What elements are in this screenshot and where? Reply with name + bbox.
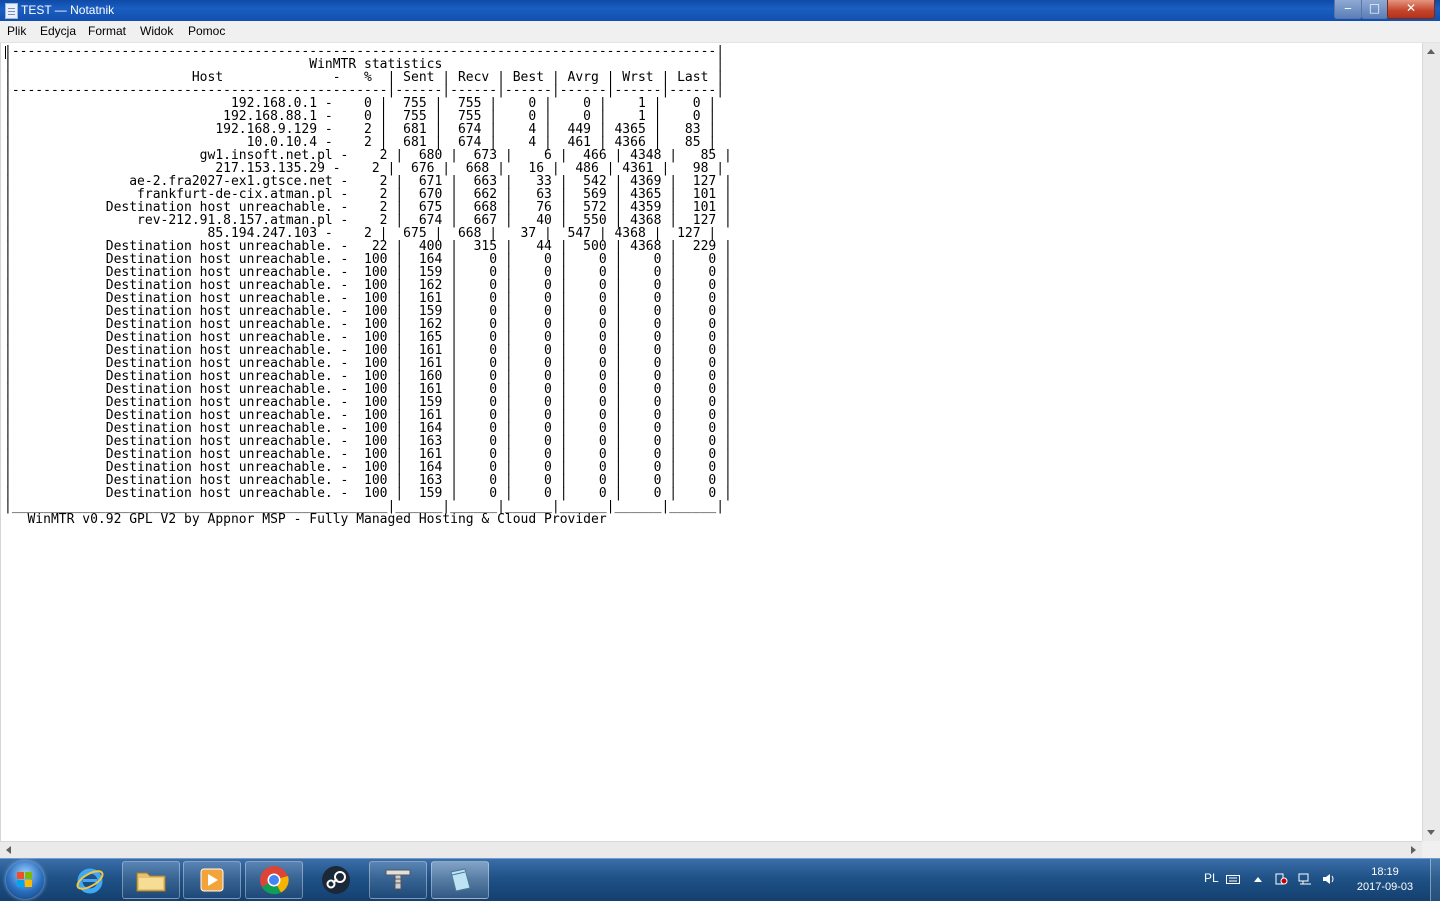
network-icon [385,869,411,890]
scroll-right-icon[interactable] [1411,846,1416,854]
windows-logo-icon [17,872,33,888]
system-clock[interactable]: 18:19 2017-09-03 [1350,865,1420,895]
scroll-up-icon[interactable] [1427,49,1435,54]
notepad-icon [5,3,18,19]
menu-help[interactable]: Pomoc [188,24,225,39]
title-bar[interactable]: TEST — Notatnik ‒ □ ✕ [0,0,1440,21]
show-hidden-icons-icon[interactable] [1251,873,1265,885]
notepad-icon [450,868,471,892]
close-button[interactable]: ✕ [1387,0,1435,19]
steam-icon [322,866,350,894]
folder-icon [136,872,166,892]
chrome-icon [260,866,289,895]
menu-format[interactable]: Format [88,24,126,39]
menu-file[interactable]: Plik [7,24,26,39]
taskbar: PL 18:19 2017-09-03 [0,858,1440,901]
vertical-scrollbar[interactable] [1422,43,1440,841]
scroll-left-icon[interactable] [6,846,11,854]
taskbar-steam[interactable] [307,861,365,899]
taskbar-winmtr[interactable] [369,861,427,899]
tray-language[interactable]: PL [1204,871,1219,913]
minimize-button[interactable]: ‒ [1334,0,1362,19]
start-button[interactable] [6,861,44,899]
media-player-icon [200,868,224,892]
menu-view[interactable]: Widok [140,24,173,39]
clock-date: 2017-09-03 [1356,881,1414,893]
taskbar-explorer[interactable] [122,861,180,899]
maximize-button[interactable]: □ [1361,0,1388,19]
network-status-icon[interactable] [1298,873,1312,885]
menu-edit[interactable]: Edycja [40,24,76,39]
scrollbar-corner [1422,841,1440,858]
scroll-down-icon[interactable] [1427,830,1435,835]
text-caret [5,46,6,59]
show-desktop-button[interactable] [1430,859,1440,901]
clock-time: 18:19 [1371,866,1399,878]
window-title: TEST — Notatnik [21,3,115,17]
taskbar-notepad[interactable] [431,861,489,899]
document-text[interactable]: |---------------------------------------… [4,45,732,526]
text-editor[interactable]: |---------------------------------------… [0,43,1423,841]
taskbar-ie[interactable] [62,861,118,899]
keyboard-icon[interactable] [1226,873,1240,885]
volume-icon[interactable] [1322,873,1336,885]
action-center-icon[interactable] [1274,873,1288,885]
ie-icon [76,868,104,894]
horizontal-scrollbar[interactable] [0,841,1422,859]
taskbar-media-player[interactable] [183,861,241,899]
menu-bar: Plik Edycja Format Widok Pomoc [0,21,1440,43]
taskbar-chrome[interactable] [245,861,303,899]
